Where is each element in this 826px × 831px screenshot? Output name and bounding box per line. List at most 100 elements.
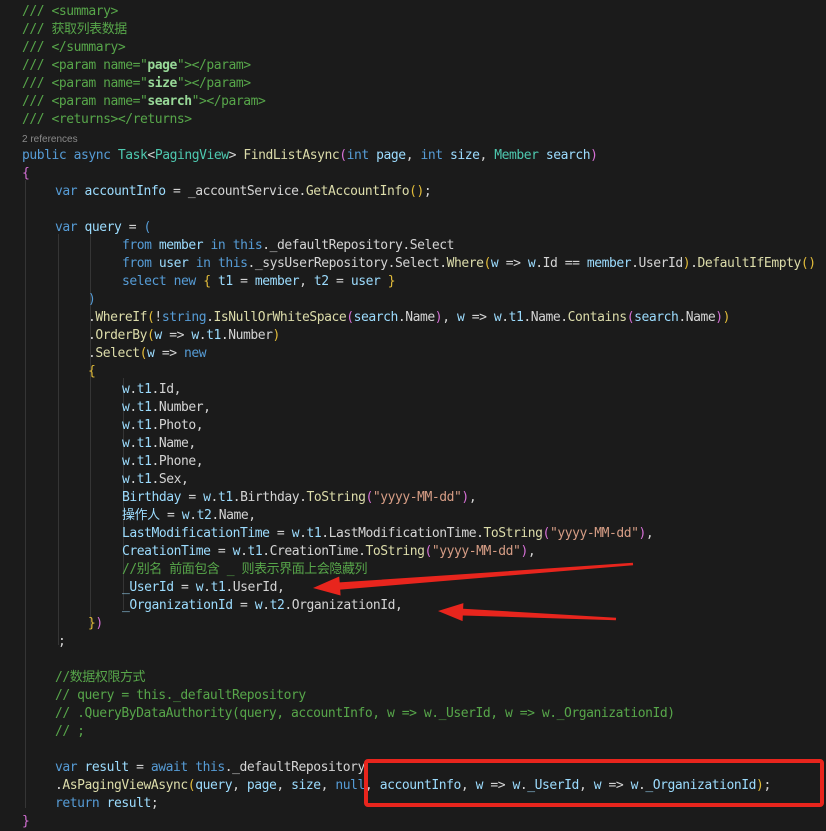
code-token: .Phone, <box>152 454 204 469</box>
code-token: . <box>262 598 269 613</box>
code-token: "></param> <box>192 94 266 109</box>
red-arrow <box>438 603 616 621</box>
code-token: .Name. <box>523 310 567 325</box>
code-token: in <box>196 256 211 271</box>
code-token: ) <box>520 544 527 559</box>
code-token: . <box>690 256 697 271</box>
code-token: ; <box>763 778 770 793</box>
code-token: t1 <box>206 328 221 343</box>
code-token: FindListAsync <box>243 148 339 163</box>
code-token: var <box>55 760 77 775</box>
code-token: , <box>276 778 291 793</box>
code-line: Birthday = w.t1.Birthday.ToString("yyyy-… <box>122 489 476 507</box>
code-token: = <box>160 508 182 523</box>
code-token: ) <box>723 310 730 325</box>
code-token: result <box>77 760 129 775</box>
code-token: search <box>147 94 191 109</box>
code-token: .Sex, <box>152 472 189 487</box>
code-token: t1 <box>218 274 233 289</box>
code-token: ; <box>58 634 65 649</box>
code-token: ( <box>425 544 432 559</box>
code-token: // ; <box>55 724 85 739</box>
code-token: , <box>321 778 336 793</box>
code-token: member <box>255 274 299 289</box>
code-token: query <box>195 778 232 793</box>
code-token: .Birthday. <box>233 490 307 505</box>
code-token: ( <box>366 490 373 505</box>
code-token: _OrganizationId <box>122 598 233 613</box>
code-line: /// <param name="page"></param> <box>22 57 251 75</box>
code-token: "yyyy-MM-dd" <box>432 544 521 559</box>
code-token: size <box>443 148 480 163</box>
code-token: .Number, <box>152 400 211 415</box>
code-token: .LastModificationTime. <box>321 526 483 541</box>
code-line: from member in this._defaultRepository.S… <box>122 237 454 255</box>
code-token: search <box>354 310 398 325</box>
code-token: w <box>513 778 520 793</box>
code-line: public async Task<PagingView> FindListAs… <box>22 147 598 165</box>
code-token: ( <box>339 148 346 163</box>
code-token: t2 <box>197 508 212 523</box>
code-line: }) <box>88 615 103 633</box>
code-token: var <box>55 220 77 235</box>
code-token <box>211 256 218 271</box>
code-token: .Id == <box>535 256 587 271</box>
code-token: _accountService. <box>188 184 306 199</box>
code-line: } <box>22 813 29 831</box>
code-line: _UserId = w.t1.UserId, <box>122 579 284 597</box>
code-token: member <box>152 238 204 253</box>
code-token: /// </summary> <box>22 40 125 55</box>
code-token: ( <box>627 310 634 325</box>
code-token <box>211 274 218 289</box>
code-token: page <box>247 778 277 793</box>
codelens-references[interactable]: 2 references <box>22 133 78 147</box>
code-token: /// <param name=" <box>22 58 147 73</box>
code-token: w <box>476 778 483 793</box>
code-token: ) <box>273 328 280 343</box>
code-token: , <box>469 490 476 505</box>
code-token: w <box>191 328 198 343</box>
code-token: LastModificationTime <box>122 526 270 541</box>
code-line: { <box>88 363 95 381</box>
code-line: .AsPagingViewAsync(query, page, size, nu… <box>55 777 771 795</box>
code-line: w.t1.Phone, <box>122 453 203 471</box>
code-token: = <box>211 544 233 559</box>
code-token: ) <box>590 148 597 163</box>
code-line: .Select(w => new <box>88 345 206 363</box>
code-token: , <box>528 544 535 559</box>
indent-guide <box>25 180 26 808</box>
code-token: public async <box>22 148 118 163</box>
code-token: .CreationTime. <box>262 544 365 559</box>
code-line: // ; <box>55 723 85 741</box>
code-token: . <box>129 472 136 487</box>
code-token: query <box>77 220 121 235</box>
code-token: ! <box>154 310 161 325</box>
code-token: WhereIf <box>95 310 147 325</box>
code-token: < <box>147 148 154 163</box>
code-token: = <box>121 220 143 235</box>
code-token: Where <box>447 256 484 271</box>
code-token: t1 <box>211 580 226 595</box>
code-token: , <box>442 310 457 325</box>
code-token: new <box>184 346 206 361</box>
code-token: ._defaultRepository <box>225 760 365 775</box>
code-token: IsNullOrWhiteSpace <box>213 310 346 325</box>
code-token: { <box>203 274 210 289</box>
code-token: , <box>479 148 494 163</box>
code-token: => <box>483 778 513 793</box>
code-token: , <box>299 274 314 289</box>
code-token: .Name, <box>152 436 196 451</box>
code-token: accountInfo <box>77 184 166 199</box>
code-line: var query = ( <box>55 219 151 237</box>
code-token: t1 <box>137 454 152 469</box>
code-line: .OrderBy(w => w.t1.Number) <box>88 327 280 345</box>
code-token: w <box>292 526 299 541</box>
code-line: /// 获取列表数据 <box>22 21 127 39</box>
code-token: t1 <box>137 436 152 451</box>
code-token: ToString <box>306 490 365 505</box>
code-line: LastModificationTime = w.t1.LastModifica… <box>122 525 653 543</box>
code-token: from <box>122 238 152 253</box>
code-line: // .QueryByDataAuthority(query, accountI… <box>55 705 675 723</box>
code-token: () <box>409 184 424 199</box>
code-token: Contains <box>568 310 627 325</box>
